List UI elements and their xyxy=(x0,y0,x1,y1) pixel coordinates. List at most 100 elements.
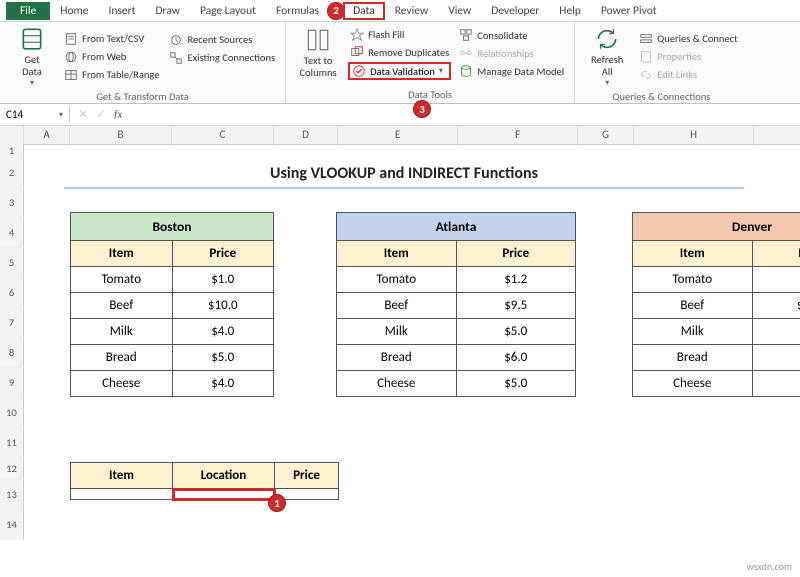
edit-links-button[interactable]: Edit Links xyxy=(637,67,739,83)
text-to-columns-button[interactable]: Text to Columns xyxy=(294,26,342,80)
row-header[interactable]: 3 xyxy=(0,188,24,218)
row-header[interactable]: 12 xyxy=(0,458,24,480)
row-headers: 1 2 3 4 5 6 7 8 9 10 11 12 13 14 xyxy=(0,144,24,540)
get-data-button[interactable]: Get Data▾ xyxy=(8,26,56,88)
name-box[interactable]: C14▾ xyxy=(0,106,70,123)
recent-icon xyxy=(169,33,183,47)
row-header[interactable]: 13 xyxy=(0,480,24,510)
enter-icon[interactable]: ✓ xyxy=(96,107,106,122)
page-title: Using VLOOKUP and INDIRECT Functions xyxy=(64,164,744,189)
col-header[interactable]: D xyxy=(274,126,338,145)
cell-c14-selected[interactable] xyxy=(173,489,275,500)
cell-b14[interactable] xyxy=(71,489,173,500)
table-row[interactable]: Cheese$5.0 xyxy=(337,371,576,397)
table-row[interactable]: Tomato$1.0 xyxy=(71,267,274,293)
cell-area[interactable]: Using VLOOKUP and INDIRECT Functions Bos… xyxy=(24,144,800,540)
menu-page-layout[interactable]: Page Layout xyxy=(190,2,266,20)
refresh-all-button[interactable]: Refresh All▾ xyxy=(583,26,631,88)
table-row[interactable]: Tomato$2.0 xyxy=(633,267,800,293)
link-icon xyxy=(639,68,653,82)
row-header[interactable]: 5 xyxy=(0,248,24,278)
col-header[interactable]: E xyxy=(338,126,458,145)
row-header[interactable]: 9 xyxy=(0,368,24,398)
table-row[interactable]: Milk$4.0 xyxy=(71,319,274,345)
row-header[interactable]: 1 xyxy=(0,144,24,158)
table-row[interactable]: Beef$9.5 xyxy=(337,293,576,319)
col-header[interactable]: C xyxy=(172,126,274,145)
table-row[interactable]: Beef$15.0 xyxy=(633,293,800,319)
menu-review[interactable]: Review xyxy=(385,2,438,20)
recent-sources-button[interactable]: Recent Sources xyxy=(167,32,277,48)
menu-draw[interactable]: Draw xyxy=(145,2,190,20)
col-header[interactable]: B xyxy=(70,126,172,145)
group-label-get-transform: Get & Transform Data xyxy=(8,88,277,103)
table-row[interactable]: Cheese$4.0 xyxy=(71,371,274,397)
menu-power-pivot[interactable]: Power Pivot xyxy=(591,2,667,20)
chevron-down-icon[interactable]: ▾ xyxy=(439,66,443,76)
menu-insert[interactable]: Insert xyxy=(98,2,145,20)
col-header[interactable]: H xyxy=(634,126,754,145)
col-price: Price xyxy=(752,241,800,267)
table-row[interactable]: Beef$10.0 xyxy=(71,293,274,319)
queries-icon xyxy=(639,32,653,46)
remove-duplicates-button[interactable]: Remove Duplicates xyxy=(348,44,451,60)
data-validation-button[interactable]: Data Validation ▾ xyxy=(348,62,451,80)
queries-connections-button[interactable]: Queries & Connect xyxy=(637,31,739,47)
table-row[interactable]: Milk$5.0 xyxy=(337,319,576,345)
worksheet: A B C D E F G H I J 1 2 3 4 5 6 7 8 9 10… xyxy=(0,126,800,540)
table-denver: Denver ItemPrice Tomato$2.0 Beef$15.0 Mi… xyxy=(632,212,800,397)
fx-button[interactable]: fx xyxy=(114,108,122,121)
columns-icon xyxy=(305,27,331,53)
menu-view[interactable]: View xyxy=(438,2,481,20)
connection-icon xyxy=(169,51,183,65)
from-web-button[interactable]: From Web xyxy=(62,49,161,65)
menu-formulas[interactable]: Formulas xyxy=(266,2,329,20)
row-header[interactable]: 6 xyxy=(0,278,24,308)
table-row[interactable]: Bread$9.0 xyxy=(633,345,800,371)
menu-developer[interactable]: Developer xyxy=(481,2,549,20)
cancel-icon[interactable]: ✕ xyxy=(78,107,88,122)
row-header[interactable]: 2 xyxy=(0,158,24,188)
col-header[interactable]: G xyxy=(578,126,634,145)
table-row[interactable]: Tomato$1.2 xyxy=(337,267,576,293)
badge-3: 3 xyxy=(413,100,431,118)
relationships-button[interactable]: Relationships xyxy=(457,45,566,61)
col-header[interactable]: F xyxy=(458,126,578,145)
manage-data-model-button[interactable]: Manage Data Model xyxy=(457,63,566,79)
from-text-csv-button[interactable]: From Text/CSV xyxy=(62,31,161,47)
menu-data[interactable]: Data xyxy=(343,2,385,20)
badge-1: 1 xyxy=(268,494,286,512)
row-header[interactable]: 10 xyxy=(0,398,24,428)
refresh-icon xyxy=(594,26,620,52)
col-item: Item xyxy=(337,241,457,267)
col-price: Price xyxy=(456,241,576,267)
col-item: Item xyxy=(633,241,753,267)
consolidate-button[interactable]: Consolidate xyxy=(457,27,566,43)
from-table-range-button[interactable]: From Table/Range xyxy=(62,67,161,83)
col-header[interactable]: I xyxy=(754,126,800,145)
row-header[interactable]: 8 xyxy=(0,338,24,368)
lookup-header-item: Item xyxy=(71,463,173,489)
select-all-corner[interactable] xyxy=(0,126,24,145)
row-header[interactable]: 4 xyxy=(0,218,24,248)
properties-button[interactable]: Properties xyxy=(637,49,739,65)
lookup-header-price: Price xyxy=(275,463,339,489)
flash-fill-button[interactable]: Flash Fill xyxy=(348,26,451,42)
table-row[interactable]: Cheese$6.0 xyxy=(633,371,800,397)
group-label-data-tools: Data Tools xyxy=(294,86,566,101)
table-row[interactable]: Bread$5.0 xyxy=(71,345,274,371)
table-row[interactable]: Bread$6.0 xyxy=(337,345,576,371)
menu-home[interactable]: Home xyxy=(50,2,98,20)
table-row[interactable]: Milk$8.0 xyxy=(633,319,800,345)
existing-connections-button[interactable]: Existing Connections xyxy=(167,50,277,66)
row-header[interactable]: 7 xyxy=(0,308,24,338)
col-header[interactable]: A xyxy=(24,126,70,145)
menu-file[interactable]: File xyxy=(6,2,50,20)
group-data-tools: Text to Columns Flash Fill Remove Duplic… xyxy=(286,22,575,103)
row-header[interactable]: 11 xyxy=(0,428,24,458)
column-headers: A B C D E F G H I J xyxy=(0,126,800,144)
ribbon: Get Data▾ From Text/CSV From Web From Ta… xyxy=(0,22,800,104)
file-text-icon xyxy=(64,32,78,46)
row-header[interactable]: 14 xyxy=(0,510,24,540)
menu-help[interactable]: Help xyxy=(549,2,591,20)
